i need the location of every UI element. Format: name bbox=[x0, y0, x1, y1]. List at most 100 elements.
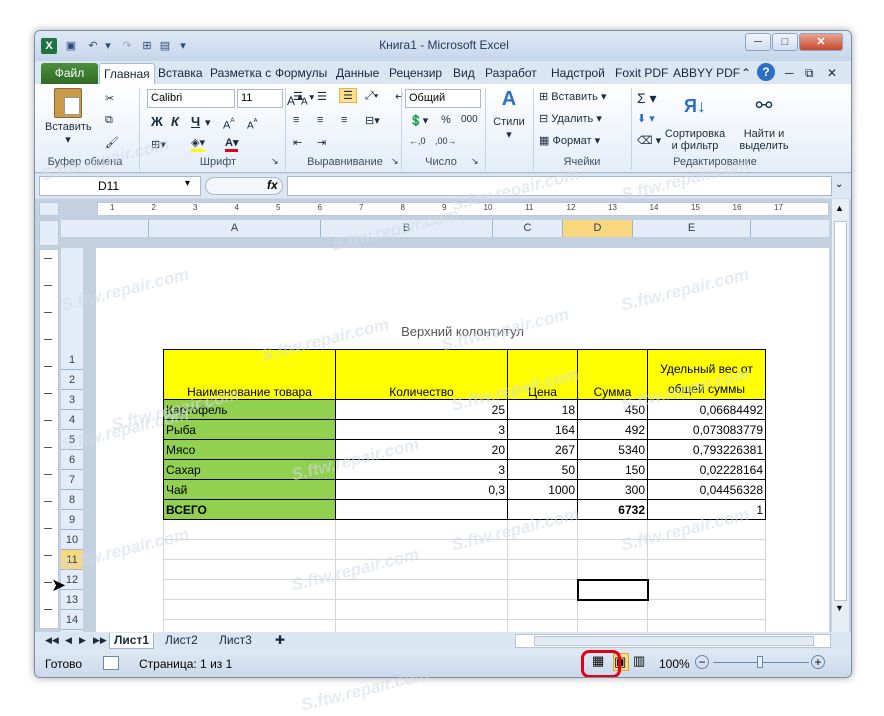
italic-button[interactable]: К bbox=[171, 114, 179, 129]
tab-file[interactable]: Файл bbox=[41, 63, 98, 84]
currency-format-icon[interactable]: 💲▾ bbox=[409, 114, 428, 127]
doc-restore-icon[interactable]: ⧉ bbox=[801, 63, 818, 84]
scroll-down-icon[interactable]: ▼ bbox=[835, 603, 844, 613]
table-cell[interactable]: Мясо bbox=[163, 439, 336, 460]
tab-addins[interactable]: Надстрой bbox=[547, 63, 609, 84]
empty-cell[interactable] bbox=[335, 599, 508, 620]
column-header-a[interactable]: A bbox=[149, 220, 321, 237]
increase-decimal-icon[interactable]: ←,0 bbox=[409, 136, 426, 146]
clear-icon[interactable]: ⌫ ▾ bbox=[637, 134, 661, 147]
insert-function-button[interactable]: fx bbox=[267, 178, 278, 192]
tab-view[interactable]: Вид bbox=[449, 63, 479, 84]
table-cell[interactable]: 0,02228164 bbox=[647, 459, 766, 480]
tab-page-layout[interactable]: Разметка с bbox=[206, 63, 275, 84]
orientation-icon[interactable]: ⤢▾ bbox=[365, 90, 378, 103]
table-cell[interactable]: 164 bbox=[507, 419, 578, 440]
empty-cell[interactable] bbox=[647, 579, 766, 600]
thousands-separator-button[interactable]: 000 bbox=[461, 114, 478, 125]
sheet-tab-1[interactable]: Лист1 bbox=[109, 633, 155, 649]
macro-record-icon[interactable] bbox=[103, 656, 119, 670]
align-left-icon[interactable]: ≡ bbox=[293, 114, 299, 126]
active-cell[interactable] bbox=[576, 578, 649, 601]
horizontal-scroll-thumb[interactable] bbox=[534, 636, 814, 646]
align-right-icon[interactable]: ≡ bbox=[341, 114, 347, 126]
font-dialog-launcher-icon[interactable]: ↘ bbox=[271, 156, 279, 167]
empty-cell[interactable] bbox=[507, 599, 578, 620]
table-cell[interactable]: 150 bbox=[577, 459, 648, 480]
autosum-icon[interactable]: Σ ▾ bbox=[637, 90, 657, 107]
bold-button[interactable]: Ж bbox=[151, 114, 163, 129]
column-header-e[interactable]: E bbox=[633, 220, 751, 237]
table-cell[interactable]: 0,04456328 bbox=[647, 479, 766, 500]
row-header-7[interactable]: 7 bbox=[61, 470, 83, 490]
empty-cell[interactable] bbox=[647, 559, 766, 580]
empty-cell[interactable] bbox=[335, 579, 508, 600]
vertical-scrollbar[interactable]: ▲ ▼ bbox=[832, 199, 849, 632]
row-header-1[interactable]: 1 bbox=[61, 320, 83, 370]
align-middle-icon[interactable]: ☰ bbox=[317, 90, 327, 103]
table-cell[interactable]: 18 bbox=[507, 399, 578, 420]
cut-icon[interactable]: ✂ bbox=[105, 92, 114, 105]
font-color-icon[interactable]: A▾ bbox=[225, 136, 239, 152]
close-button[interactable]: ✕ bbox=[799, 33, 843, 51]
sheet-tab-2[interactable]: Лист2 bbox=[161, 633, 202, 649]
row-header-2[interactable]: 2 bbox=[61, 370, 83, 390]
tab-foxit-pdf[interactable]: Foxit PDF bbox=[611, 63, 672, 84]
column-header-d[interactable]: D bbox=[563, 220, 633, 237]
minimize-button[interactable]: ─ bbox=[745, 33, 771, 51]
page-break-view-icon[interactable]: ▥ bbox=[633, 653, 649, 671]
table-cell[interactable]: ВСЕГО bbox=[163, 499, 336, 520]
table-header-cell[interactable]: Наименование товара bbox=[163, 349, 336, 400]
horizontal-scrollbar[interactable] bbox=[515, 634, 831, 648]
shrink-font-icon-2[interactable]: Aᴬ bbox=[247, 116, 257, 131]
row-header-9[interactable]: 9 bbox=[61, 510, 83, 530]
tab-review[interactable]: Рецензир bbox=[385, 63, 446, 84]
empty-cell[interactable] bbox=[577, 599, 648, 620]
row-header-10[interactable]: 10 bbox=[61, 530, 83, 550]
number-format-combo[interactable]: Общий bbox=[405, 89, 481, 108]
format-cells-button[interactable]: ▦ Формат ▾ bbox=[539, 134, 600, 147]
tab-developer[interactable]: Разработ bbox=[481, 63, 541, 84]
table-cell[interactable]: 267 bbox=[507, 439, 578, 460]
table-cell[interactable]: 50 bbox=[507, 459, 578, 480]
grow-font-icon-2[interactable]: Aᴬ bbox=[223, 116, 235, 132]
font-name-combo[interactable]: Calibri bbox=[147, 89, 235, 108]
font-size-combo[interactable]: 11 bbox=[237, 89, 283, 108]
sheet-tab-3[interactable]: Лист3 bbox=[215, 633, 256, 649]
tab-abbyy-pdf[interactable]: ABBYY PDF bbox=[669, 63, 744, 84]
zoom-in-button[interactable]: + bbox=[811, 655, 825, 669]
table-cell[interactable]: 0,793226381 bbox=[647, 439, 766, 460]
alignment-dialog-launcher-icon[interactable]: ↘ bbox=[391, 156, 399, 167]
expand-formula-bar-icon[interactable]: ⌄ bbox=[835, 179, 843, 190]
column-header-c[interactable]: C bbox=[493, 220, 563, 237]
decrease-decimal-icon[interactable]: ,00→ bbox=[435, 136, 457, 146]
number-dialog-launcher-icon[interactable]: ↘ bbox=[471, 156, 479, 167]
name-box-dropdown-icon[interactable]: ▾ bbox=[185, 178, 190, 189]
tab-insert[interactable]: Вставка bbox=[154, 63, 207, 84]
empty-cell[interactable] bbox=[507, 539, 578, 560]
empty-cell[interactable] bbox=[577, 559, 648, 580]
table-cell[interactable]: 0,073083779 bbox=[647, 419, 766, 440]
tab-formulas[interactable]: Формулы bbox=[271, 63, 331, 84]
shrink-font-icon[interactable]: A▼ bbox=[301, 92, 316, 107]
merge-center-icon[interactable]: ⊟▾ bbox=[365, 114, 380, 127]
sheet-nav-next-icon[interactable]: ▶ bbox=[75, 633, 90, 649]
doc-minimize-icon[interactable]: ─ bbox=[781, 63, 798, 84]
empty-cell[interactable] bbox=[507, 579, 578, 600]
percent-button[interactable]: % bbox=[441, 114, 451, 126]
tab-data[interactable]: Данные bbox=[332, 63, 383, 84]
underline-dropdown-icon[interactable]: ▾ bbox=[205, 116, 211, 129]
scroll-up-icon[interactable]: ▲ bbox=[835, 203, 844, 213]
table-cell[interactable]: 0,3 bbox=[335, 479, 508, 500]
wrap-text-icon[interactable]: ↵ bbox=[395, 90, 404, 103]
doc-close-icon[interactable]: ✕ bbox=[823, 63, 841, 84]
zoom-level[interactable]: 100% bbox=[659, 657, 690, 671]
select-all-corner[interactable] bbox=[39, 220, 59, 246]
maximize-button[interactable]: □ bbox=[772, 33, 798, 51]
zoom-slider-thumb[interactable] bbox=[757, 656, 763, 668]
row-header-3[interactable]: 3 bbox=[61, 390, 83, 410]
table-cell[interactable]: 492 bbox=[577, 419, 648, 440]
insert-sheet-icon[interactable]: ✚ bbox=[271, 633, 289, 649]
scroll-thumb[interactable] bbox=[834, 221, 847, 601]
increase-indent-icon[interactable]: ⇥ bbox=[317, 136, 326, 149]
